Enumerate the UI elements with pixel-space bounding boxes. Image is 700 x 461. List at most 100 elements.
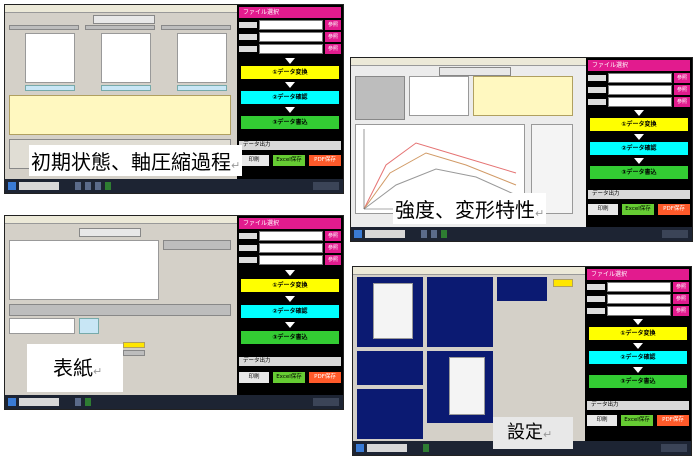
- file-path-field[interactable]: [259, 44, 323, 54]
- down-arrow-icon: [285, 58, 295, 64]
- app-icon[interactable]: [421, 230, 427, 238]
- browse-button[interactable]: 参照: [325, 32, 341, 42]
- convert-data-button[interactable]: ①データ変換: [241, 279, 339, 292]
- browse-button[interactable]: 参照: [673, 282, 689, 292]
- taskbar-search[interactable]: [367, 444, 407, 452]
- print-button[interactable]: 印刷: [239, 155, 269, 166]
- write-data-button[interactable]: ③データ書込: [241, 331, 339, 344]
- down-arrow-icon: [633, 319, 643, 325]
- file-path-field[interactable]: [608, 73, 672, 83]
- pdf-save-button[interactable]: PDF保存: [309, 155, 341, 166]
- app-icon[interactable]: [85, 182, 91, 190]
- file-path-field[interactable]: [259, 20, 323, 30]
- excel-save-button[interactable]: Excel保存: [622, 204, 654, 215]
- pdf-save-button[interactable]: PDF保存: [309, 372, 341, 383]
- browse-button[interactable]: 参照: [325, 255, 341, 265]
- browse-button[interactable]: 参照: [673, 294, 689, 304]
- app-icon[interactable]: [95, 182, 101, 190]
- browse-button[interactable]: 参照: [674, 73, 690, 83]
- sheet-title-bar: [93, 15, 155, 24]
- input-block[interactable]: [409, 76, 469, 116]
- check-data-button[interactable]: ②データ確認: [590, 142, 688, 155]
- caption-initial: 初期状態、軸圧縮過程↵: [29, 145, 243, 176]
- input-block[interactable]: [25, 33, 75, 83]
- excel-app-icon[interactable]: [423, 444, 429, 452]
- excel-save-button[interactable]: Excel保存: [273, 155, 305, 166]
- sample-header: [9, 304, 231, 316]
- browse-button[interactable]: 参照: [674, 97, 690, 107]
- start-icon[interactable]: [8, 398, 16, 406]
- apply-button[interactable]: [553, 279, 573, 287]
- down-arrow-icon: [285, 322, 295, 328]
- settings-fields[interactable]: [373, 283, 413, 339]
- data-output-header: データ出力: [587, 401, 689, 410]
- settings-fields[interactable]: [449, 357, 485, 415]
- excel-app-icon[interactable]: [105, 182, 111, 190]
- print-button[interactable]: 印刷: [239, 372, 269, 383]
- header-cell: [9, 25, 79, 30]
- check-data-button[interactable]: ②データ確認: [241, 305, 339, 318]
- file-path-field[interactable]: [259, 32, 323, 42]
- file-path-field[interactable]: [259, 243, 323, 253]
- app-icon[interactable]: [75, 182, 81, 190]
- taskbar-search[interactable]: [19, 398, 59, 406]
- header-cell: [161, 25, 231, 30]
- excel-app-icon[interactable]: [85, 398, 91, 406]
- excel-save-button[interactable]: Excel保存: [621, 415, 653, 426]
- excel-app-icon[interactable]: [441, 230, 447, 238]
- convert-data-button[interactable]: ①データ変換: [241, 66, 339, 79]
- check-data-button[interactable]: ②データ確認: [241, 91, 339, 104]
- file-row: 参照: [239, 20, 341, 30]
- browse-button[interactable]: 参照: [325, 20, 341, 30]
- browse-button[interactable]: 参照: [325, 243, 341, 253]
- input-block[interactable]: [177, 33, 227, 83]
- menu-bar[interactable]: [5, 216, 237, 224]
- convert-data-button[interactable]: ①データ変換: [589, 327, 687, 340]
- input-block[interactable]: [101, 33, 151, 83]
- date-field: [163, 240, 231, 250]
- file-path-field[interactable]: [607, 306, 671, 316]
- start-icon[interactable]: [356, 444, 364, 452]
- taskbar-search[interactable]: [19, 182, 59, 190]
- check-data-button[interactable]: ②データ確認: [589, 351, 687, 364]
- pdf-save-button[interactable]: PDF保存: [657, 415, 689, 426]
- down-arrow-icon: [633, 343, 643, 349]
- write-data-button[interactable]: ③データ書込: [590, 166, 688, 179]
- convert-data-button[interactable]: ①データ変換: [590, 118, 688, 131]
- file-path-field[interactable]: [259, 231, 323, 241]
- caption-strength: 強度、変形特性↵: [393, 193, 547, 224]
- taskbar-search[interactable]: [365, 230, 405, 238]
- start-icon[interactable]: [8, 182, 16, 190]
- control-panel: ファイル選択 参照 参照 参照 ①データ変換 ②データ確認 ③データ書込 データ…: [585, 267, 691, 441]
- file-path-field[interactable]: [607, 282, 671, 292]
- app-icon[interactable]: [75, 398, 81, 406]
- taskbar: [351, 227, 692, 241]
- data-output-header: データ出力: [239, 141, 341, 150]
- settings-area: [353, 267, 585, 441]
- sample-input[interactable]: [9, 318, 75, 334]
- menu-bar[interactable]: [5, 5, 237, 13]
- write-data-button[interactable]: ③データ書込: [589, 375, 687, 388]
- screenshot-settings: ファイル選択 参照 参照 参照 ①データ変換 ②データ確認 ③データ書込 データ…: [352, 266, 692, 456]
- excel-save-button[interactable]: Excel保存: [273, 372, 305, 383]
- print-button[interactable]: 印刷: [587, 415, 617, 426]
- data-table: [9, 95, 231, 135]
- print-button[interactable]: 印刷: [588, 204, 618, 215]
- browse-button[interactable]: 参照: [673, 306, 689, 316]
- pdf-save-button[interactable]: PDF保存: [658, 204, 690, 215]
- menu-bar[interactable]: [353, 267, 585, 275]
- file-path-field[interactable]: [259, 255, 323, 265]
- file-path-field[interactable]: [607, 294, 671, 304]
- browse-button[interactable]: 参照: [674, 85, 690, 95]
- file-path-field[interactable]: [608, 85, 672, 95]
- browse-button[interactable]: 参照: [325, 231, 341, 241]
- browse-button[interactable]: 参照: [325, 44, 341, 54]
- app-icon[interactable]: [431, 230, 437, 238]
- write-data-button[interactable]: ③データ書込: [241, 116, 339, 129]
- highlight-cell: [79, 318, 99, 334]
- cover-form[interactable]: [9, 240, 159, 300]
- screenshot-initial-state: ファイル選択 参照 参照 参照 ①データ変換 ②データ確認 ③データ書込 データ…: [4, 4, 344, 194]
- menu-bar[interactable]: [351, 58, 586, 66]
- start-icon[interactable]: [354, 230, 362, 238]
- file-path-field[interactable]: [608, 97, 672, 107]
